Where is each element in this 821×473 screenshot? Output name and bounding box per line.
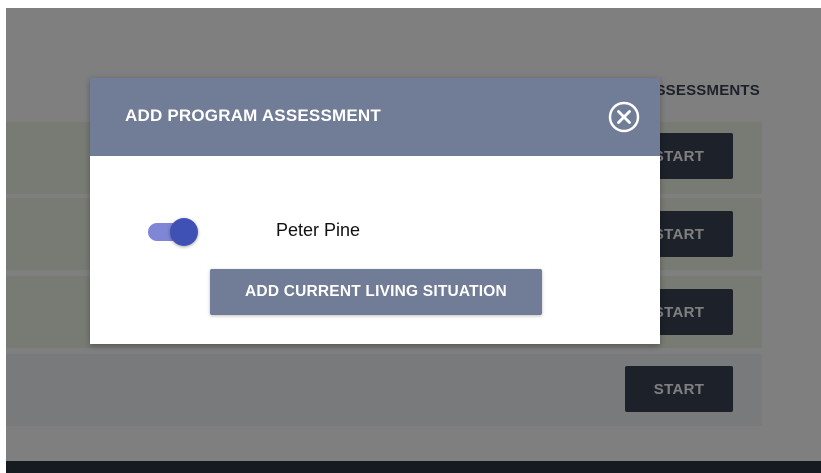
person-name: Peter Pine (276, 220, 361, 240)
circle-x-icon (608, 101, 640, 133)
dialog-header: ADD PROGRAM ASSESSMENT (90, 78, 660, 156)
person-toggle[interactable] (146, 218, 198, 246)
left-margin (0, 0, 6, 473)
close-button[interactable] (608, 101, 640, 133)
add-program-assessment-dialog: ADD PROGRAM ASSESSMENT Peter Pine ADD CU… (90, 78, 660, 344)
top-margin (0, 0, 821, 8)
toggle-knob (170, 218, 198, 246)
screen: ASSESSMENTS START START START START ADD … (0, 0, 821, 473)
dialog-title: ADD PROGRAM ASSESSMENT (125, 106, 381, 125)
add-current-living-situation-button[interactable]: ADD CURRENT LIVING SITUATION (210, 269, 542, 315)
